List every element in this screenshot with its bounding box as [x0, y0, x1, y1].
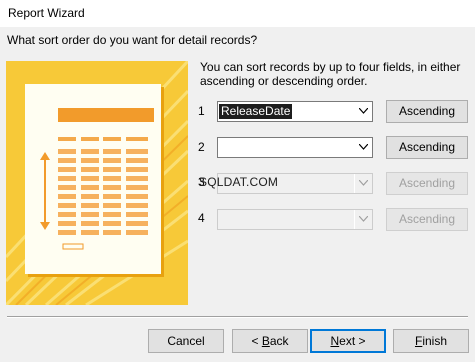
- chevron-down-icon[interactable]: [354, 174, 372, 193]
- sort-instructions: You can sort records by up to four field…: [200, 60, 461, 88]
- sort-field-2-value: [219, 140, 223, 155]
- sort-order-4-button[interactable]: Ascending: [386, 208, 468, 231]
- report-wizard-window: Report Wizard What sort order do you wan…: [0, 0, 475, 362]
- sort-row-1-number: 1: [198, 104, 205, 118]
- illustration-report-page: [25, 84, 161, 274]
- watermark-text: SQLDAT.COM: [199, 175, 279, 189]
- back-button-prefix: <: [251, 334, 262, 348]
- sort-field-4-select[interactable]: [217, 209, 373, 230]
- sort-order-1-button[interactable]: Ascending: [386, 100, 468, 123]
- next-button-mnemonic: N: [330, 334, 340, 348]
- next-button[interactable]: Next >: [310, 329, 386, 353]
- finish-button-label: inish: [422, 334, 448, 348]
- chevron-down-icon[interactable]: [354, 138, 372, 157]
- footer-separator: [7, 316, 468, 318]
- back-button-label: ack: [269, 334, 289, 348]
- chevron-down-icon[interactable]: [354, 102, 372, 121]
- sort-field-4-value: [219, 212, 223, 227]
- sort-field-1-value: ReleaseDate: [219, 104, 293, 119]
- finish-button[interactable]: Finish: [393, 329, 469, 353]
- sort-row-4-number: 4: [198, 211, 205, 225]
- sort-order-3-button[interactable]: Ascending: [386, 172, 468, 195]
- back-button[interactable]: < Back: [232, 329, 308, 353]
- sort-row-2-number: 2: [198, 140, 205, 154]
- cancel-button-label: Cancel: [167, 334, 205, 348]
- title-bar: Report Wizard: [0, 0, 475, 27]
- illustration-report-layout: [40, 108, 154, 250]
- sort-order-2-button[interactable]: Ascending: [386, 136, 468, 159]
- window-title: Report Wizard: [8, 6, 85, 20]
- page-question: What sort order do you want for detail r…: [7, 33, 258, 47]
- next-button-label: ext >: [339, 334, 366, 348]
- chevron-down-icon[interactable]: [354, 210, 372, 229]
- back-button-mnemonic: B: [261, 334, 270, 348]
- sort-field-1-select[interactable]: ReleaseDate: [217, 101, 373, 122]
- sort-field-2-select[interactable]: [217, 137, 373, 158]
- cancel-button[interactable]: Cancel: [148, 329, 224, 353]
- report-illustration: [6, 61, 188, 305]
